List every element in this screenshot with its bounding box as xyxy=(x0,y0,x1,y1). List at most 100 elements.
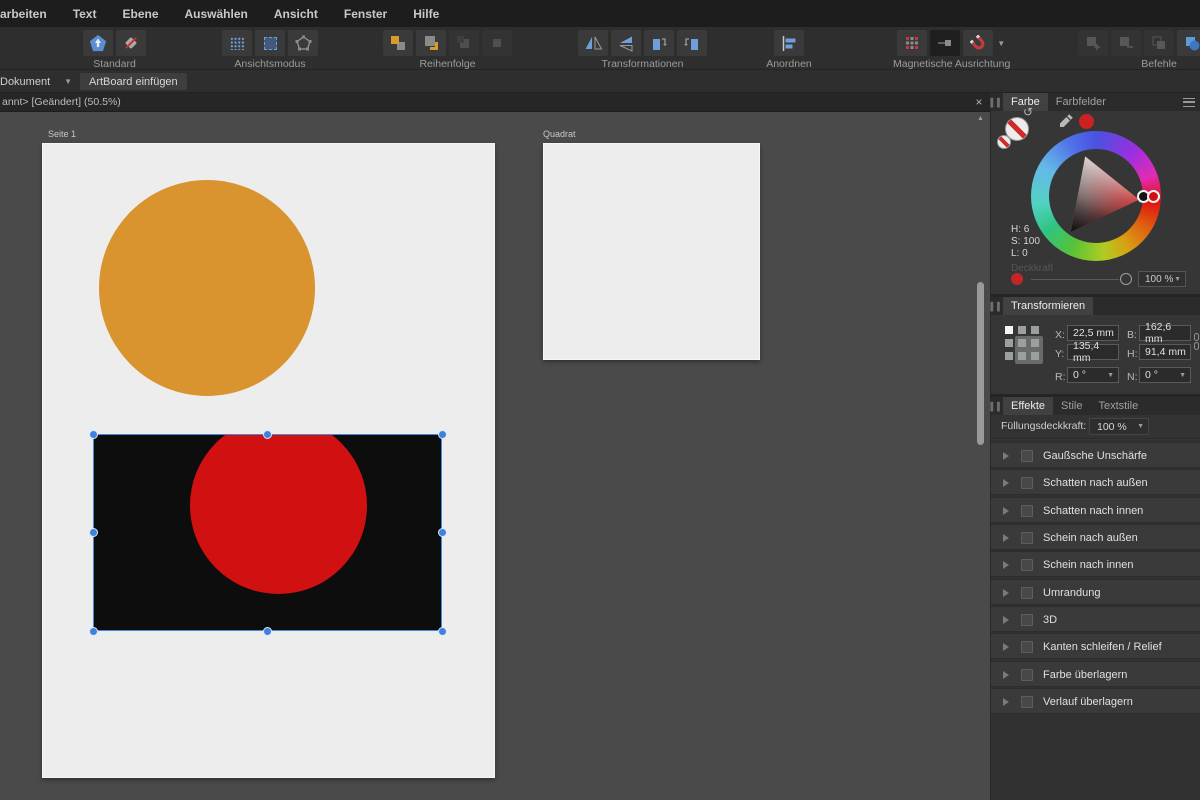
geometry-combine-button[interactable] xyxy=(1177,30,1200,56)
outline-view-button[interactable] xyxy=(288,30,318,56)
effect-checkbox[interactable] xyxy=(1021,669,1033,681)
expand-triangle-icon[interactable] xyxy=(1003,479,1009,487)
canvas-area[interactable]: Seite 1 Quadrat ▲ xyxy=(0,112,990,800)
rotate-cw-button[interactable] xyxy=(677,30,707,56)
vertical-scrollbar[interactable]: ▲ xyxy=(974,112,987,800)
wheel-selector-hue[interactable] xyxy=(1147,190,1160,203)
expand-triangle-icon[interactable] xyxy=(1003,534,1009,542)
expand-triangle-icon[interactable] xyxy=(1003,671,1009,679)
menu-item-bearbeiten[interactable]: arbeiten xyxy=(0,7,47,21)
standard-persona-button[interactable] xyxy=(83,30,113,56)
effect-row-gaussian-blur[interactable]: Gaußsche Unschärfe xyxy=(991,442,1200,468)
expand-triangle-icon[interactable] xyxy=(1003,643,1009,651)
clip-canvas-button[interactable] xyxy=(255,30,285,56)
selection-handle-top-center[interactable] xyxy=(263,429,272,439)
stroke-none-swatch[interactable] xyxy=(997,135,1011,149)
effect-row-color-overlay[interactable]: Farbe überlagern xyxy=(991,661,1200,687)
red-circle-shape[interactable] xyxy=(190,435,367,594)
snap-candidates-button[interactable] xyxy=(930,30,961,56)
insert-artboard-button[interactable]: ArtBoard einfügen xyxy=(80,73,187,90)
effect-row-3d[interactable]: 3D xyxy=(991,606,1200,632)
effect-checkbox[interactable] xyxy=(1021,532,1033,544)
orange-circle-shape[interactable] xyxy=(99,180,315,396)
effect-row-inner-glow[interactable]: Schein nach innen xyxy=(991,551,1200,577)
menu-item-auswaehlen[interactable]: Auswählen xyxy=(185,7,248,21)
effect-checkbox[interactable] xyxy=(1021,477,1033,489)
effect-checkbox[interactable] xyxy=(1021,559,1033,571)
pixel-view-button[interactable] xyxy=(222,30,252,56)
opacity-slider-track[interactable] xyxy=(1031,279,1119,280)
opacity-value-dropdown[interactable]: 100 % ▼ xyxy=(1138,271,1186,287)
effect-row-outer-shadow[interactable]: Schatten nach außen xyxy=(991,469,1200,495)
menu-item-fenster[interactable]: Fenster xyxy=(344,7,387,21)
link-dimensions-icon[interactable] xyxy=(1193,333,1199,355)
expand-triangle-icon[interactable] xyxy=(1003,589,1009,597)
close-tab-icon[interactable]: × xyxy=(971,94,987,110)
menu-item-ansicht[interactable]: Ansicht xyxy=(274,7,318,21)
effect-row-outer-glow[interactable]: Schein nach außen xyxy=(991,524,1200,550)
menu-item-text[interactable]: Text xyxy=(73,7,97,21)
x-field[interactable]: 22,5 mm xyxy=(1067,325,1119,341)
menu-item-ebene[interactable]: Ebene xyxy=(122,7,158,21)
width-field[interactable]: 162,6 mm xyxy=(1139,321,1191,345)
flip-horizontal-button[interactable] xyxy=(578,30,608,56)
snap-grid-button[interactable] xyxy=(897,30,928,56)
document-dropdown[interactable]: Dokument ▼ xyxy=(0,73,76,90)
geometry-add-button[interactable] xyxy=(1078,30,1108,56)
tab-effekte[interactable]: Effekte xyxy=(1003,397,1054,415)
rotate-ccw-button[interactable] xyxy=(644,30,674,56)
height-field[interactable]: 91,4 mm xyxy=(1139,344,1191,360)
opacity-slider-handle[interactable] xyxy=(1120,273,1132,285)
expand-triangle-icon[interactable] xyxy=(1003,507,1009,515)
artboard-quadrat[interactable] xyxy=(543,143,760,360)
effect-row-bevel-emboss[interactable]: Kanten schleifen / Relief xyxy=(991,633,1200,659)
move-forward-button[interactable] xyxy=(416,30,446,56)
current-color-swatch[interactable] xyxy=(1079,114,1094,129)
swap-fill-stroke-icon[interactable]: ↺ xyxy=(1023,105,1033,119)
y-field[interactable]: 135,4 mm xyxy=(1067,340,1119,364)
send-to-back-button[interactable] xyxy=(482,30,512,56)
rotation-field[interactable]: 0 ° ▼ xyxy=(1067,367,1119,383)
shear-field[interactable]: 0 ° ▼ xyxy=(1139,367,1191,383)
artboard-seite1[interactable] xyxy=(42,143,495,778)
effect-row-inner-shadow[interactable]: Schatten nach innen xyxy=(991,497,1200,523)
menu-item-hilfe[interactable]: Hilfe xyxy=(413,7,439,21)
selection-handle-bottom-center[interactable] xyxy=(263,626,272,636)
selection-handle-middle-right[interactable] xyxy=(437,528,447,537)
effect-checkbox[interactable] xyxy=(1021,505,1033,517)
selected-black-rectangle[interactable] xyxy=(93,434,442,631)
bring-to-front-button[interactable] xyxy=(383,30,413,56)
move-backward-button[interactable] xyxy=(449,30,479,56)
magnet-dropdown-caret[interactable]: ▼ xyxy=(996,30,1006,56)
tab-stile[interactable]: Stile xyxy=(1053,397,1090,415)
panel-grip-icon[interactable]: ▌▌ xyxy=(990,297,1003,315)
expand-triangle-icon[interactable] xyxy=(1003,698,1009,706)
geometry-subtract-button[interactable] xyxy=(1111,30,1141,56)
align-button[interactable] xyxy=(774,30,804,56)
effect-row-gradient-overlay[interactable]: Verlauf überlagern xyxy=(991,688,1200,714)
effect-row-outline[interactable]: Umrandung xyxy=(991,579,1200,605)
selection-handle-middle-left[interactable] xyxy=(89,528,98,537)
expand-triangle-icon[interactable] xyxy=(1003,616,1009,624)
magnet-button[interactable] xyxy=(963,30,994,56)
flip-vertical-button[interactable] xyxy=(611,30,641,56)
document-tab-bar[interactable]: annt> [Geändert] (50.5%) × xyxy=(0,93,990,112)
selection-handle-top-left[interactable] xyxy=(89,429,98,439)
anchor-point-selector[interactable] xyxy=(1005,326,1045,366)
scrollbar-up-arrow-icon[interactable]: ▲ xyxy=(976,115,985,122)
tab-textstile[interactable]: Textstile xyxy=(1090,397,1146,415)
selection-handle-top-right[interactable] xyxy=(437,429,447,439)
effect-checkbox[interactable] xyxy=(1021,696,1033,708)
fill-opacity-dropdown[interactable]: 100 % ▼ xyxy=(1089,418,1149,435)
tab-farbfelder[interactable]: Farbfelder xyxy=(1048,93,1114,111)
selection-handle-bottom-right[interactable] xyxy=(437,626,447,636)
panel-menu-icon[interactable] xyxy=(1183,97,1195,107)
geometry-intersect-button[interactable] xyxy=(1144,30,1174,56)
expand-triangle-icon[interactable] xyxy=(1003,561,1009,569)
panel-grip-icon[interactable]: ▌▌ xyxy=(990,397,1003,415)
effect-checkbox[interactable] xyxy=(1021,641,1033,653)
effect-checkbox[interactable] xyxy=(1021,587,1033,599)
panel-grip-icon[interactable]: ▌▌ xyxy=(990,93,1003,111)
pencil-slash-button[interactable] xyxy=(116,30,146,56)
eyedropper-icon[interactable] xyxy=(1059,113,1074,133)
